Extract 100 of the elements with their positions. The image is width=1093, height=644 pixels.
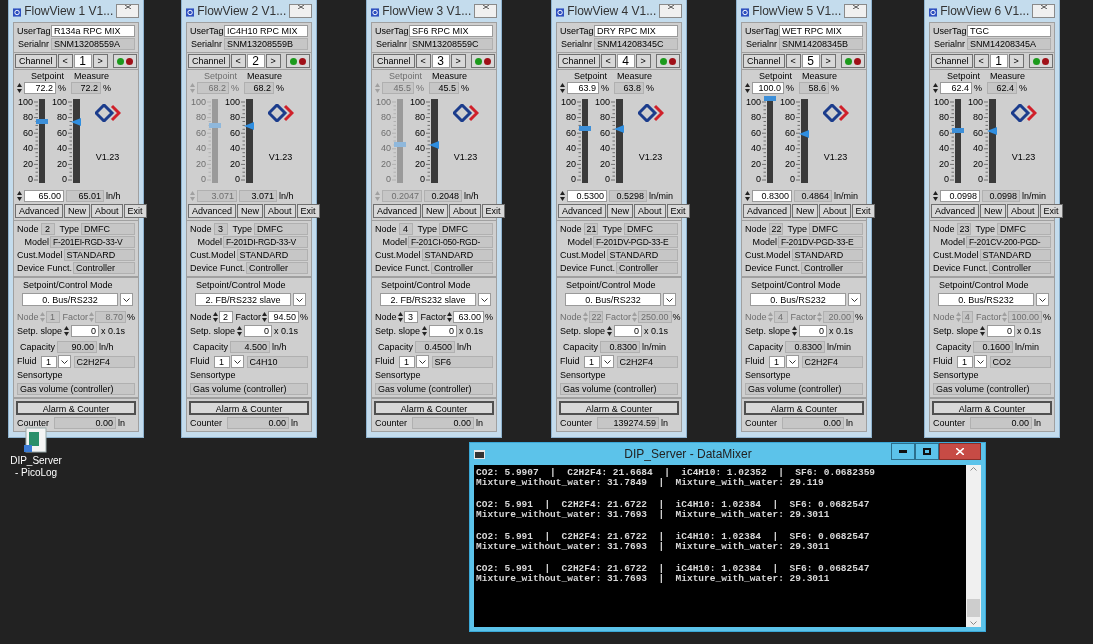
dropdown-button[interactable] bbox=[848, 293, 861, 306]
alarm-counter-button[interactable]: Alarm & Counter bbox=[559, 401, 679, 415]
control-mode-dropdown[interactable]: 2. FB/RS232 slave bbox=[380, 293, 476, 306]
next-button[interactable]: > bbox=[265, 54, 281, 68]
minimize-button[interactable] bbox=[891, 443, 915, 460]
slope-field[interactable]: 0 bbox=[429, 325, 458, 337]
close-button[interactable] bbox=[1032, 4, 1055, 18]
close-button[interactable] bbox=[659, 4, 682, 18]
setpoint-slider-thumb[interactable] bbox=[209, 122, 221, 128]
next-button[interactable]: > bbox=[1008, 54, 1024, 68]
spin-buttons[interactable] bbox=[792, 326, 798, 336]
about-button[interactable]: About bbox=[634, 204, 666, 218]
slope-field[interactable]: 0 bbox=[987, 325, 1016, 337]
about-button[interactable]: About bbox=[264, 204, 296, 218]
channel-number[interactable]: 1 bbox=[989, 54, 1008, 68]
about-button[interactable]: About bbox=[1007, 204, 1039, 218]
application-icon[interactable] bbox=[23, 427, 49, 453]
dropdown-button[interactable] bbox=[415, 355, 429, 368]
channel-number[interactable]: 2 bbox=[246, 54, 265, 68]
spin-buttons[interactable] bbox=[980, 326, 986, 336]
channel-button[interactable]: Channel bbox=[931, 54, 973, 68]
previous-button[interactable]: < bbox=[785, 54, 801, 68]
setpoint-slider-track[interactable] bbox=[955, 99, 961, 183]
channel-button[interactable]: Channel bbox=[743, 54, 785, 68]
slave-node-field[interactable]: 2 bbox=[218, 311, 233, 323]
dropdown-button[interactable] bbox=[57, 355, 71, 368]
usertag-field[interactable]: DRY RPC MIX bbox=[594, 25, 678, 37]
maximize-button[interactable] bbox=[915, 443, 939, 460]
control-mode-dropdown[interactable]: 2. FB/RS232 slave bbox=[195, 293, 291, 306]
flow-setpoint-field[interactable]: 0.5300 bbox=[567, 190, 607, 202]
desktop-icon-label[interactable]: DIP_Server - PicoLog bbox=[8, 455, 64, 479]
setpoint-slider-track[interactable] bbox=[212, 99, 218, 183]
spin-buttons[interactable] bbox=[560, 83, 565, 93]
new-button[interactable]: New bbox=[607, 204, 634, 218]
advanced-button[interactable]: Advanced bbox=[558, 204, 607, 218]
spin-buttons[interactable] bbox=[745, 83, 750, 93]
advanced-button[interactable]: Advanced bbox=[373, 204, 422, 218]
spin-buttons[interactable] bbox=[17, 83, 22, 93]
exit-button[interactable]: Exit bbox=[296, 204, 320, 218]
flow-setpoint-field[interactable]: 0.8300 bbox=[752, 190, 792, 202]
channel-number[interactable]: 4 bbox=[616, 54, 635, 68]
channel-number[interactable]: 3 bbox=[431, 54, 450, 68]
fluid-number-field[interactable]: 1 bbox=[768, 355, 785, 368]
fluid-number-field[interactable]: 1 bbox=[956, 355, 973, 368]
dropdown-button[interactable] bbox=[293, 293, 306, 306]
previous-button[interactable]: < bbox=[600, 54, 616, 68]
previous-button[interactable]: < bbox=[230, 54, 246, 68]
close-button[interactable] bbox=[116, 4, 139, 18]
fluid-number-field[interactable]: 1 bbox=[40, 355, 57, 368]
close-button[interactable] bbox=[939, 443, 981, 460]
usertag-field[interactable]: TGC bbox=[967, 25, 1051, 37]
alarm-counter-button[interactable]: Alarm & Counter bbox=[374, 401, 494, 415]
dropdown-button[interactable] bbox=[785, 355, 799, 368]
channel-button[interactable]: Channel bbox=[15, 54, 57, 68]
control-mode-dropdown[interactable]: 0. Bus/RS232 bbox=[750, 293, 846, 306]
factor-field[interactable]: 63.00 bbox=[453, 311, 484, 323]
usertag-field[interactable]: R134a RPC MIX bbox=[51, 25, 135, 37]
previous-button[interactable]: < bbox=[973, 54, 989, 68]
control-mode-dropdown[interactable]: 0. Bus/RS232 bbox=[22, 293, 118, 306]
setpoint-field[interactable]: 62.4 bbox=[940, 82, 972, 94]
usertag-field[interactable]: IC4H10 RPC MIX bbox=[224, 25, 308, 37]
spin-buttons[interactable] bbox=[422, 326, 428, 336]
setpoint-slider-thumb[interactable] bbox=[952, 127, 964, 133]
dropdown-button[interactable] bbox=[478, 293, 491, 306]
fluid-number-field[interactable]: 1 bbox=[583, 355, 600, 368]
factor-field[interactable]: 94.50 bbox=[268, 311, 299, 323]
dropdown-button[interactable] bbox=[973, 355, 987, 368]
advanced-button[interactable]: Advanced bbox=[15, 204, 64, 218]
fluid-number-field[interactable]: 1 bbox=[213, 355, 230, 368]
channel-button[interactable]: Channel bbox=[558, 54, 600, 68]
spin-buttons[interactable] bbox=[212, 312, 218, 322]
alarm-counter-button[interactable]: Alarm & Counter bbox=[16, 401, 136, 415]
dropdown-button[interactable] bbox=[230, 355, 244, 368]
setpoint-slider-track[interactable] bbox=[767, 99, 773, 183]
next-button[interactable]: > bbox=[450, 54, 466, 68]
new-button[interactable]: New bbox=[64, 204, 91, 218]
spin-buttons[interactable] bbox=[64, 326, 70, 336]
spin-buttons[interactable] bbox=[397, 312, 403, 322]
vertical-scrollbar[interactable] bbox=[966, 465, 981, 627]
alarm-counter-button[interactable]: Alarm & Counter bbox=[189, 401, 309, 415]
dropdown-button[interactable] bbox=[600, 355, 614, 368]
channel-button[interactable]: Channel bbox=[188, 54, 230, 68]
previous-button[interactable]: < bbox=[415, 54, 431, 68]
spin-buttons[interactable] bbox=[447, 312, 453, 322]
dropdown-button[interactable] bbox=[1036, 293, 1049, 306]
setpoint-field[interactable]: 100.0 bbox=[752, 82, 784, 94]
channel-number[interactable]: 1 bbox=[73, 54, 92, 68]
setpoint-slider-thumb[interactable] bbox=[394, 141, 406, 147]
exit-button[interactable]: Exit bbox=[666, 204, 690, 218]
slope-field[interactable]: 0 bbox=[799, 325, 828, 337]
setpoint-slider-thumb[interactable] bbox=[764, 96, 776, 101]
advanced-button[interactable]: Advanced bbox=[743, 204, 792, 218]
new-button[interactable]: New bbox=[980, 204, 1007, 218]
close-button[interactable] bbox=[289, 4, 312, 18]
previous-button[interactable]: < bbox=[57, 54, 73, 68]
spin-buttons[interactable] bbox=[17, 191, 22, 201]
setpoint-slider-thumb[interactable] bbox=[36, 119, 48, 125]
dropdown-button[interactable] bbox=[120, 293, 133, 306]
slave-node-field[interactable]: 3 bbox=[403, 311, 418, 323]
spin-buttons[interactable] bbox=[607, 326, 613, 336]
